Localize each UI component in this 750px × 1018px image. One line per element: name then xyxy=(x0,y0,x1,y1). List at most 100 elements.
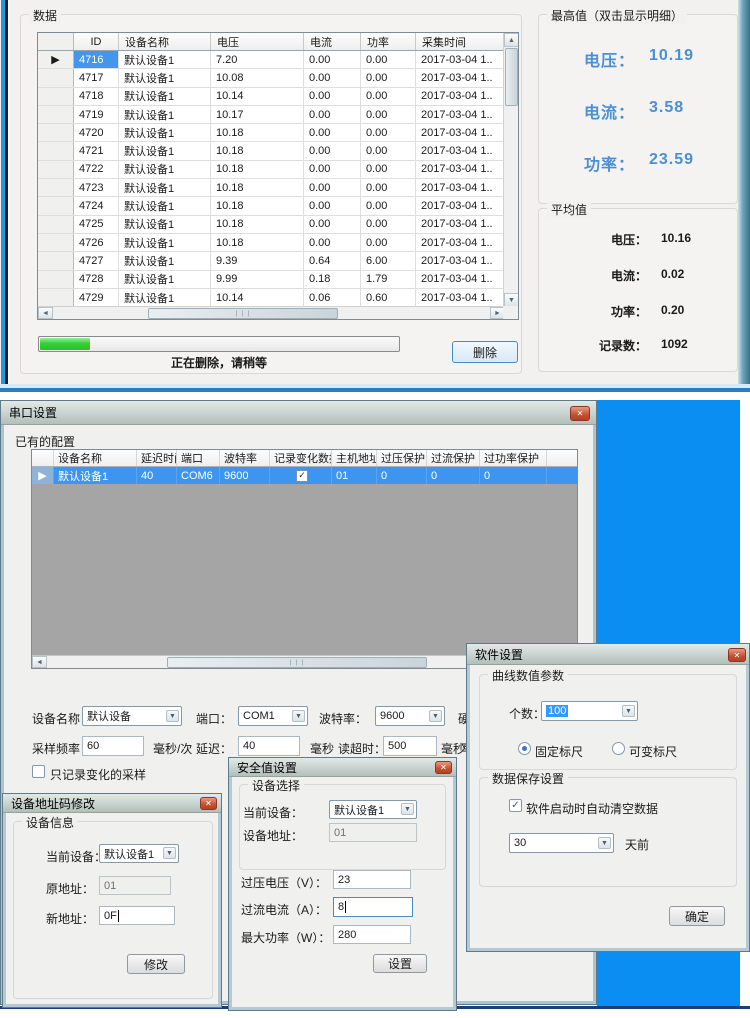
table-cell[interactable]: 默认设备1 xyxy=(119,179,211,197)
table-row[interactable]: 4725 默认设备1 10.18 0.00 0.00 2017-03-04 1.. xyxy=(38,215,518,234)
chevron-down-icon[interactable]: ▼ xyxy=(598,837,611,849)
table-cell[interactable]: 10.18 xyxy=(211,160,304,179)
table-cell[interactable]: 9.99 xyxy=(211,270,304,288)
count-select[interactable]: 100 ▼ xyxy=(541,701,638,721)
current-device-select[interactable]: 默认设备1 ▼ xyxy=(99,844,179,863)
modify-button[interactable]: 修改 xyxy=(127,954,185,974)
table-cell[interactable]: 默认设备1 xyxy=(119,215,211,233)
scroll-up-icon[interactable]: ▲ xyxy=(504,33,518,47)
delay-input[interactable]: 40 xyxy=(238,736,300,756)
table-cell[interactable]: 默认设备1 xyxy=(119,288,211,307)
table-cell[interactable]: 0.18 xyxy=(304,270,361,288)
cfg-col-port[interactable]: 端口 xyxy=(177,450,220,466)
table-cell[interactable]: 4722 xyxy=(74,160,119,179)
read-timeout-input[interactable]: 500 xyxy=(383,736,437,756)
horizontal-scroll-thumb[interactable]: ❘❘❘ xyxy=(167,656,427,668)
cfg-col-opp[interactable]: 过功率保护 xyxy=(480,450,547,466)
chevron-down-icon[interactable]: ▼ xyxy=(163,847,176,859)
table-cell[interactable]: 10.18 xyxy=(211,233,304,252)
table-cell[interactable]: 10.18 xyxy=(211,197,304,215)
table-cell[interactable]: 0.00 xyxy=(361,142,416,160)
table-cell[interactable]: 2017-03-04 1.. xyxy=(416,161,505,178)
table-row[interactable]: 4722 默认设备1 10.18 0.00 0.00 2017-03-04 1.. xyxy=(38,160,518,180)
table-row[interactable]: 4728 默认设备1 9.99 0.18 1.79 2017-03-04 1.. xyxy=(38,270,518,289)
table-cell[interactable]: 7.20 xyxy=(211,51,304,69)
table-cell[interactable]: 4728 xyxy=(74,270,119,288)
table-row[interactable]: 4720 默认设备1 10.18 0.00 0.00 2017-03-04 1.. xyxy=(38,124,518,143)
table-cell[interactable]: 默认设备1 xyxy=(119,197,211,215)
config-grid[interactable]: 设备名称 延迟时间 端口 波特率 记录变化数据 主机地址 过压保护 过流保护 过… xyxy=(31,449,578,669)
chevron-down-icon[interactable]: ▼ xyxy=(622,705,635,717)
table-cell[interactable]: 0.00 xyxy=(304,179,361,197)
vertical-scroll-thumb[interactable] xyxy=(505,48,518,106)
table-cell[interactable]: 10.18 xyxy=(211,124,304,142)
table-cell[interactable]: 2017-03-04 1.. xyxy=(416,289,505,306)
table-cell[interactable]: 默认设备1 xyxy=(119,142,211,160)
scroll-left-icon[interactable]: ◄ xyxy=(32,656,47,668)
table-cell[interactable]: 4720 xyxy=(74,124,119,142)
table-row[interactable]: 4729 默认设备1 10.14 0.06 0.60 2017-03-04 1.. xyxy=(38,288,518,308)
table-cell[interactable]: 0.00 xyxy=(304,142,361,160)
table-cell[interactable]: 4721 xyxy=(74,142,119,160)
table-row[interactable]: 4724 默认设备1 10.18 0.00 0.00 2017-03-04 1.. xyxy=(38,197,518,216)
record-change-checkbox[interactable]: ✓ xyxy=(296,469,308,482)
table-row[interactable]: 4726 默认设备1 10.18 0.00 0.00 2017-03-04 1.. xyxy=(38,233,518,253)
cfg-col-baud[interactable]: 波特率 xyxy=(220,450,270,466)
table-row[interactable]: 4727 默认设备1 9.39 0.64 6.00 2017-03-04 1.. xyxy=(38,252,518,271)
ok-button[interactable]: 确定 xyxy=(669,906,725,926)
software-dialog-titlebar[interactable]: 软件设置 xyxy=(467,644,749,665)
cfg-col-ocp[interactable]: 过流保护 xyxy=(427,450,480,466)
table-cell[interactable]: 4723 xyxy=(74,179,119,197)
table-cell[interactable]: 0.00 xyxy=(361,124,416,142)
table-cell[interactable]: 默认设备1 xyxy=(119,233,211,252)
table-cell[interactable]: 10.18 xyxy=(211,215,304,233)
data-table[interactable]: ID 设备名称 电压 电流 功率 采集时间 ▶ 4716 默认设备1 7.20 0.00… xyxy=(37,32,519,320)
table-cell[interactable]: 2017-03-04 1.. xyxy=(416,106,505,123)
delete-button[interactable]: 删除 xyxy=(452,341,518,363)
table-cell[interactable]: 默认设备1 xyxy=(119,105,211,124)
table-cell[interactable]: 0.64 xyxy=(304,252,361,270)
variable-scale-radio[interactable] xyxy=(612,742,625,755)
table-row[interactable]: 4719 默认设备1 10.17 0.00 0.00 2017-03-04 1.. xyxy=(38,105,518,125)
chevron-down-icon[interactable]: ▼ xyxy=(292,710,305,722)
safety-dialog-titlebar[interactable]: 安全值设置 xyxy=(229,758,456,777)
current-device-select[interactable]: 默认设备1 ▼ xyxy=(329,800,417,819)
table-cell[interactable]: 0.00 xyxy=(304,124,361,142)
table-cell[interactable]: 0.00 xyxy=(304,233,361,252)
scroll-down-icon[interactable]: ▼ xyxy=(504,293,518,307)
baud-select[interactable]: 9600 ▼ xyxy=(375,706,445,726)
set-button[interactable]: 设置 xyxy=(373,954,427,973)
close-icon[interactable]: ✕ xyxy=(435,761,452,774)
table-cell[interactable]: 4726 xyxy=(74,233,119,252)
config-grid-selected-row[interactable]: ▶ 默认设备1 40 COM6 9600 ✓ 01 0 0 0 xyxy=(32,467,577,484)
table-cell[interactable]: 10.08 xyxy=(211,69,304,87)
table-cell[interactable]: 4717 xyxy=(74,69,119,87)
table-cell[interactable]: 默认设备1 xyxy=(119,87,211,105)
new-address-input[interactable]: 0F xyxy=(99,906,175,925)
max-values-groupbox[interactable]: 最高值（双击显示明细） 电压： 10.19 电流： 3.58 功率： 23.59 xyxy=(538,7,738,204)
table-cell[interactable]: 4727 xyxy=(74,252,119,270)
table-cell[interactable]: 1.79 xyxy=(361,270,416,288)
table-cell[interactable]: 10.17 xyxy=(211,105,304,124)
col-header-current[interactable]: 电流 xyxy=(304,33,361,50)
table-cell[interactable]: 0.00 xyxy=(304,69,361,87)
col-header-time[interactable]: 采集时间 xyxy=(416,33,505,50)
table-cell[interactable]: 4719 xyxy=(74,105,119,124)
close-icon[interactable]: ✕ xyxy=(728,648,746,662)
chevron-down-icon[interactable]: ▼ xyxy=(401,803,414,815)
table-cell[interactable]: 4716 xyxy=(74,51,119,69)
scroll-left-icon[interactable]: ◄ xyxy=(38,307,53,319)
table-cell[interactable]: 10.18 xyxy=(211,179,304,197)
table-cell[interactable]: 默认设备1 xyxy=(119,69,211,87)
table-cell[interactable]: 2017-03-04 1.. xyxy=(416,271,505,288)
close-icon[interactable]: ✕ xyxy=(570,406,590,421)
table-cell[interactable]: 2017-03-04 1.. xyxy=(416,142,505,159)
table-cell[interactable]: 0.06 xyxy=(304,288,361,307)
cfg-col-device[interactable]: 设备名称 xyxy=(54,450,137,466)
ovp-voltage-input[interactable]: 23 xyxy=(333,870,411,889)
table-cell[interactable]: 0.00 xyxy=(361,197,416,215)
chevron-down-icon[interactable]: ▼ xyxy=(166,710,179,722)
table-cell[interactable]: 2017-03-04 1.. xyxy=(416,51,505,68)
col-header-id[interactable]: ID xyxy=(74,33,119,50)
table-cell[interactable]: 2017-03-04 1.. xyxy=(416,252,505,269)
